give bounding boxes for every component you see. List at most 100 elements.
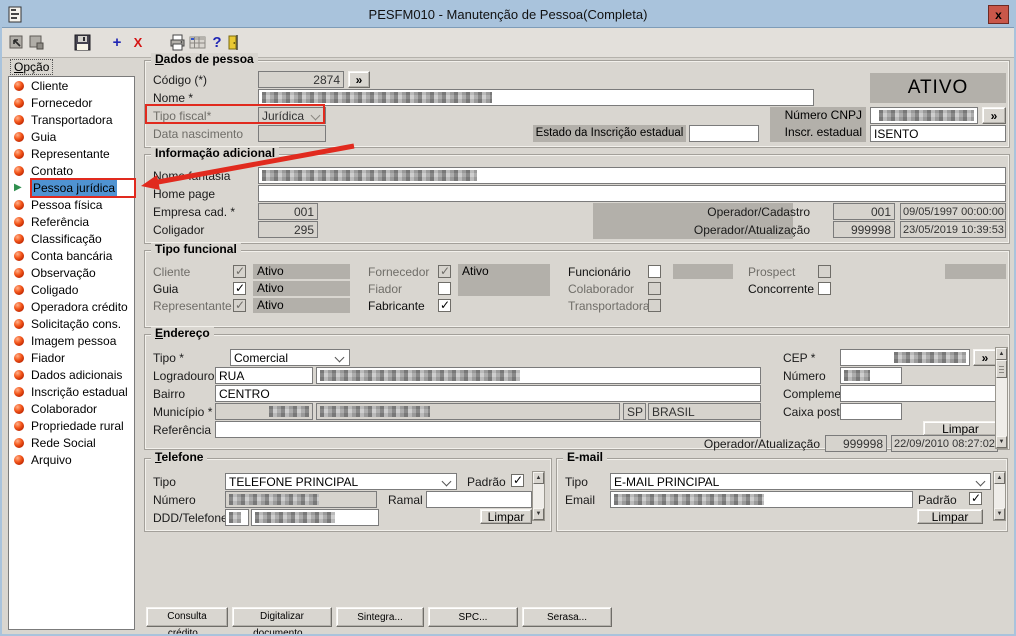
complemento-field[interactable] — [840, 385, 997, 402]
cep-lookup-button[interactable]: » — [973, 349, 997, 366]
scroll-thumb[interactable] — [996, 360, 1007, 378]
print-icon[interactable] — [168, 34, 186, 52]
sidebar-item[interactable]: Referência — [9, 213, 134, 230]
endereco-scrollbar[interactable] — [995, 347, 1008, 449]
sidebar-item[interactable]: Coligado — [9, 281, 134, 298]
caixa-postal-field[interactable] — [840, 403, 902, 420]
checkbox[interactable] — [648, 282, 661, 295]
sidebar-item[interactable]: Rede Social — [9, 434, 134, 451]
sidebar-item[interactable]: Fiador — [9, 349, 134, 366]
limpar-telefone-button[interactable]: Limpar — [480, 509, 532, 524]
serasa-button[interactable]: Serasa... — [522, 607, 612, 627]
sidebar-item[interactable]: Colaborador — [9, 400, 134, 417]
close-button[interactable]: x — [988, 5, 1009, 24]
sidebar-list[interactable]: Cliente Fornecedor Transportadora Guia Repre… — [8, 76, 135, 630]
tipo-funcional-col-3: Funcionário Colaborador Transportadora — [568, 263, 661, 314]
empresa-field[interactable]: 001 — [258, 203, 318, 220]
delete-record-icon[interactable]: X — [129, 34, 147, 52]
telefone-scrollbar[interactable] — [532, 471, 545, 521]
tipo-funcional-row: Fornecedor — [368, 263, 451, 280]
padrao-telefone-label: Padrão — [467, 475, 506, 489]
exit-icon[interactable] — [224, 34, 242, 52]
sidebar-item[interactable]: Fornecedor — [9, 94, 134, 111]
save-icon[interactable] — [73, 34, 91, 52]
sidebar-item-label: Inscrição estadual — [31, 384, 128, 399]
scroll-down-icon[interactable] — [533, 508, 544, 520]
checkbox[interactable] — [818, 265, 831, 278]
spc-button[interactable]: SPC... — [428, 607, 518, 627]
email-scrollbar[interactable] — [993, 471, 1006, 521]
tipo-fiscal-dropdown[interactable]: Jurídica — [258, 107, 326, 124]
sidebar-item[interactable]: Arquivo — [9, 451, 134, 468]
add-record-icon[interactable]: + — [108, 34, 126, 52]
checkbox[interactable] — [818, 282, 831, 295]
sidebar-item[interactable]: Solicitação cons. — [9, 315, 134, 332]
sidebar-item[interactable]: Cliente — [9, 77, 134, 94]
numero-endereco-field[interactable] — [840, 367, 902, 384]
consulta-credito-button[interactable]: Consulta crédito... — [146, 607, 228, 634]
scroll-down-icon[interactable] — [996, 436, 1007, 448]
sidebar-item[interactable]: Pessoa física — [9, 196, 134, 213]
cep-field[interactable] — [840, 349, 970, 366]
grid-icon[interactable] — [188, 34, 206, 52]
tipo-endereco-label: Tipo * — [153, 351, 184, 365]
digitalizar-documento-button[interactable]: Digitalizar documento... — [232, 607, 332, 634]
checkbox[interactable] — [648, 265, 661, 278]
checkbox[interactable] — [438, 282, 451, 295]
new-window-icon[interactable] — [27, 34, 45, 52]
sidebar-item[interactable]: Imagem pessoa — [9, 332, 134, 349]
scroll-up-icon[interactable] — [996, 348, 1007, 360]
codigo-lookup-button[interactable]: » — [348, 71, 370, 88]
ddd-field[interactable] — [225, 509, 249, 526]
cnpj-field[interactable] — [870, 107, 978, 124]
sidebar-item[interactable]: Observação — [9, 264, 134, 281]
codigo-field[interactable]: 2874 — [258, 71, 344, 88]
telefone-field[interactable] — [251, 509, 379, 526]
tipo-telefone-dropdown[interactable]: TELEFONE PRINCIPAL — [225, 473, 457, 490]
checkbox[interactable] — [438, 264, 451, 278]
sidebar-item[interactable]: Conta bancária — [9, 247, 134, 264]
sidebar-item[interactable]: Inscrição estadual — [9, 383, 134, 400]
tipo-email-dropdown[interactable]: E-MAIL PRINCIPAL — [610, 473, 991, 490]
redacted-text — [262, 92, 492, 103]
checkbox[interactable] — [648, 299, 661, 312]
email-field[interactable] — [610, 491, 913, 508]
checkbox[interactable] — [233, 264, 246, 278]
sidebar-item[interactable]: Operadora crédito — [9, 298, 134, 315]
logradouro-field[interactable] — [316, 367, 761, 384]
sintegra-button[interactable]: Sintegra... — [336, 607, 424, 627]
scroll-down-icon[interactable] — [994, 508, 1005, 520]
sidebar-item[interactable]: Propriedade rural — [9, 417, 134, 434]
checkbox[interactable] — [233, 298, 246, 312]
padrao-email-checkbox[interactable] — [969, 491, 982, 505]
navigate-record-icon[interactable] — [7, 34, 25, 52]
scroll-up-icon[interactable] — [994, 472, 1005, 484]
bairro-field[interactable]: CENTRO — [215, 385, 761, 402]
estado-ie-field[interactable] — [689, 125, 759, 142]
sidebar-item[interactable]: Representante — [9, 145, 134, 162]
sidebar-item[interactable]: Dados adicionais — [9, 366, 134, 383]
data-nascimento-field[interactable] — [258, 125, 326, 142]
inscricao-estadual-field[interactable]: ISENTO — [870, 125, 1006, 142]
ramal-field[interactable] — [426, 491, 532, 508]
logradouro-tipo-field[interactable]: RUA — [215, 367, 313, 384]
nome-fantasia-field[interactable] — [258, 167, 1006, 184]
nome-field[interactable] — [258, 89, 814, 106]
padrao-telefone-checkbox[interactable] — [511, 473, 524, 487]
sidebar-item[interactable]: Transportadora — [9, 111, 134, 128]
coligador-field[interactable]: 295 — [258, 221, 318, 238]
sidebar-item[interactable]: Pessoa jurídica — [9, 179, 134, 196]
sidebar-item[interactable]: Guia — [9, 128, 134, 145]
limpar-email-button[interactable]: Limpar — [917, 509, 983, 524]
referencia-field[interactable] — [215, 421, 761, 438]
home-page-field[interactable] — [258, 185, 1006, 202]
checkbox[interactable] — [438, 298, 451, 312]
limpar-endereco-button[interactable]: Limpar — [923, 421, 998, 436]
cnpj-lookup-button[interactable]: » — [982, 107, 1006, 124]
sidebar-item[interactable]: Contato — [9, 162, 134, 179]
checkbox[interactable] — [233, 281, 246, 295]
scroll-up-icon[interactable] — [533, 472, 544, 484]
tipo-endereco-dropdown[interactable]: Comercial — [230, 349, 350, 366]
ramal-label: Ramal — [388, 493, 423, 507]
sidebar-item[interactable]: Classificação — [9, 230, 134, 247]
